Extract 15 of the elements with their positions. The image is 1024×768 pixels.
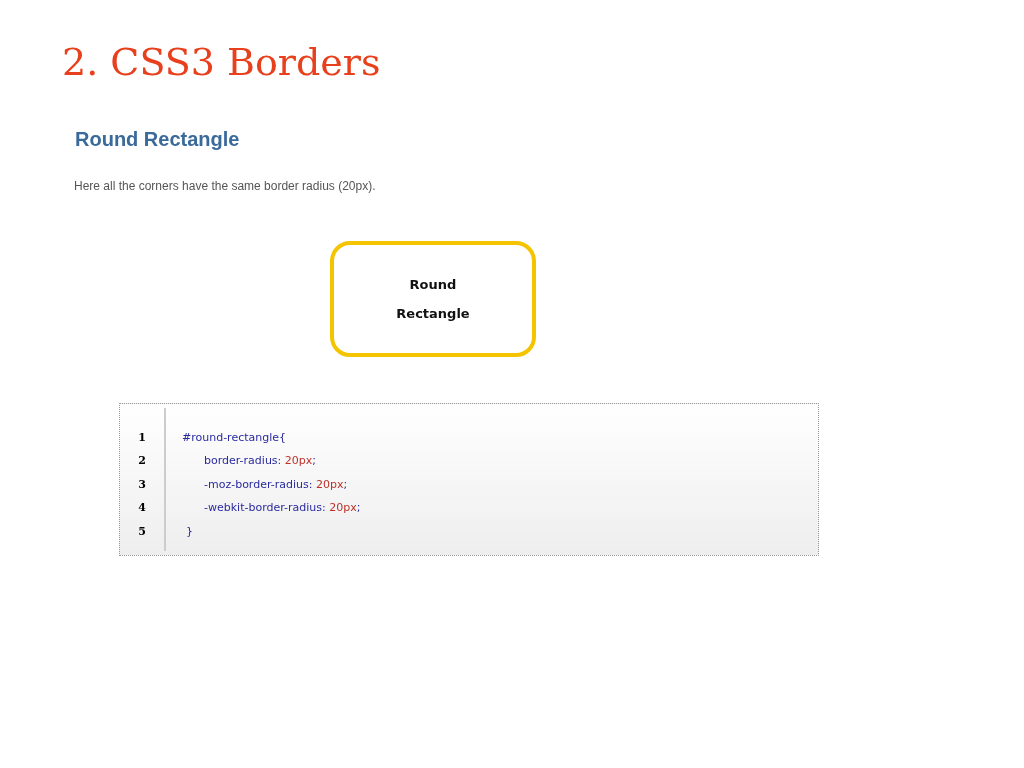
code-line: } <box>186 523 193 540</box>
line-number: 2 <box>138 453 146 470</box>
demo-label: Round <box>409 276 457 292</box>
code-line: -webkit-border-radius: 20px; <box>204 500 361 517</box>
line-number: 3 <box>138 476 146 493</box>
line-number: 4 <box>138 500 146 517</box>
slide-title: 2. CSS3 Borders <box>62 40 381 86</box>
line-number: 1 <box>138 429 146 446</box>
section-heading: Round Rectangle <box>75 127 240 151</box>
demo-label: Rectangle <box>396 305 470 321</box>
line-number: 5 <box>138 523 146 540</box>
code-line: #round-rectangle{ <box>182 429 287 446</box>
description-text: Here all the corners have the same border radius (20px). <box>74 178 376 193</box>
code-line: border-radius: 20px; <box>204 453 316 470</box>
code-line: -moz-border-radius: 20px; <box>204 476 348 493</box>
